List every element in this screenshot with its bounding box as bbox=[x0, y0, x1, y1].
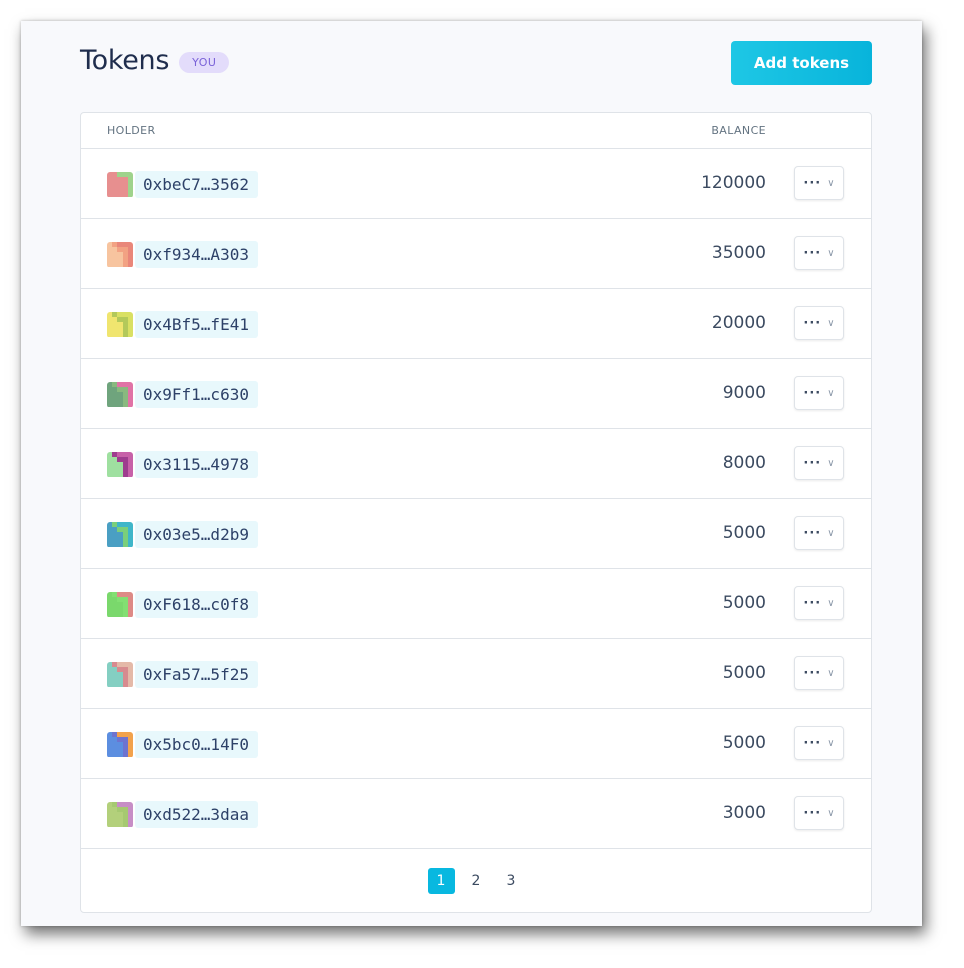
identicon-avatar bbox=[107, 381, 133, 408]
holder-address[interactable]: 0xf934…A303 bbox=[135, 241, 258, 268]
you-badge: YOU bbox=[179, 52, 230, 73]
table-row: 0x03e5…d2b9 5000 ··· ∨ bbox=[81, 499, 871, 569]
holder-balance: 3000 bbox=[722, 803, 766, 823]
holder-balance: 120000 bbox=[701, 173, 766, 193]
more-icon: ··· bbox=[803, 315, 822, 331]
holder-cell: 0xbeC7…3562 bbox=[107, 171, 258, 198]
pagination: 123 bbox=[81, 868, 871, 894]
holder-cell: 0xf934…A303 bbox=[107, 241, 258, 268]
more-icon: ··· bbox=[803, 385, 822, 401]
holder-cell: 0x9Ff1…c630 bbox=[107, 381, 258, 408]
more-icon: ··· bbox=[803, 525, 822, 541]
holder-balance: 5000 bbox=[722, 593, 766, 613]
identicon-avatar bbox=[107, 731, 133, 758]
title-row: Tokens YOU bbox=[80, 45, 230, 76]
holder-balance: 8000 bbox=[722, 453, 766, 473]
chevron-down-icon: ∨ bbox=[827, 387, 835, 399]
column-header-holder: HOLDER bbox=[107, 124, 156, 137]
more-icon: ··· bbox=[803, 735, 822, 751]
chevron-down-icon: ∨ bbox=[827, 667, 835, 679]
table-row: 0x3115…4978 8000 ··· ∨ bbox=[81, 429, 871, 499]
row-actions-button[interactable]: ··· ∨ bbox=[794, 166, 844, 200]
identicon-avatar bbox=[107, 801, 133, 828]
chevron-down-icon: ∨ bbox=[827, 527, 835, 539]
row-actions-button[interactable]: ··· ∨ bbox=[794, 586, 844, 620]
page-1-button[interactable]: 1 bbox=[427, 868, 455, 894]
holder-cell: 0x3115…4978 bbox=[107, 451, 258, 478]
holder-address[interactable]: 0xFa57…5f25 bbox=[135, 661, 258, 688]
page-2-button[interactable]: 2 bbox=[463, 868, 490, 894]
holder-cell: 0x03e5…d2b9 bbox=[107, 521, 258, 548]
row-actions-button[interactable]: ··· ∨ bbox=[794, 376, 844, 410]
holder-balance: 5000 bbox=[722, 523, 766, 543]
identicon-avatar bbox=[107, 311, 133, 338]
row-actions-button[interactable]: ··· ∨ bbox=[794, 516, 844, 550]
identicon-avatar bbox=[107, 241, 133, 268]
holder-cell: 0x5bc0…14F0 bbox=[107, 731, 258, 758]
identicon-avatar bbox=[107, 171, 133, 198]
identicon-avatar bbox=[107, 451, 133, 478]
more-icon: ··· bbox=[803, 455, 822, 471]
row-actions-button[interactable]: ··· ∨ bbox=[794, 656, 844, 690]
row-actions-button[interactable]: ··· ∨ bbox=[794, 446, 844, 480]
holder-balance: 9000 bbox=[722, 383, 766, 403]
holder-balance: 35000 bbox=[711, 243, 766, 263]
chevron-down-icon: ∨ bbox=[827, 597, 835, 609]
holder-address[interactable]: 0xbeC7…3562 bbox=[135, 171, 258, 198]
holder-address[interactable]: 0x3115…4978 bbox=[135, 451, 258, 478]
holder-cell: 0x4Bf5…fE41 bbox=[107, 311, 258, 338]
identicon-avatar bbox=[107, 591, 133, 618]
holder-address[interactable]: 0xF618…c0f8 bbox=[135, 591, 258, 618]
row-actions-button[interactable]: ··· ∨ bbox=[794, 796, 844, 830]
table-row: 0x9Ff1…c630 9000 ··· ∨ bbox=[81, 359, 871, 429]
row-actions-button[interactable]: ··· ∨ bbox=[794, 726, 844, 760]
chevron-down-icon: ∨ bbox=[827, 737, 835, 749]
identicon-avatar bbox=[107, 661, 133, 688]
table-body: 0xbeC7…3562 120000 ··· ∨ 0xf934…A303 35000 ···… bbox=[81, 149, 871, 849]
holder-address[interactable]: 0xd522…3daa bbox=[135, 801, 258, 828]
page-title: Tokens bbox=[80, 45, 170, 76]
more-icon: ··· bbox=[803, 665, 822, 681]
table-header: HOLDER BALANCE bbox=[81, 113, 871, 149]
more-icon: ··· bbox=[803, 175, 822, 191]
tokens-panel: Tokens YOU Add tokens HOLDER BALANCE 0xb… bbox=[21, 21, 922, 926]
identicon-avatar bbox=[107, 521, 133, 548]
row-actions-button[interactable]: ··· ∨ bbox=[794, 236, 844, 270]
chevron-down-icon: ∨ bbox=[827, 317, 835, 329]
more-icon: ··· bbox=[803, 245, 822, 261]
table-row: 0x4Bf5…fE41 20000 ··· ∨ bbox=[81, 289, 871, 359]
holder-balance: 5000 bbox=[722, 663, 766, 683]
holder-address[interactable]: 0x4Bf5…fE41 bbox=[135, 311, 258, 338]
table-row: 0xFa57…5f25 5000 ··· ∨ bbox=[81, 639, 871, 709]
holder-cell: 0xFa57…5f25 bbox=[107, 661, 258, 688]
holder-balance: 5000 bbox=[722, 733, 766, 753]
more-icon: ··· bbox=[803, 595, 822, 611]
chevron-down-icon: ∨ bbox=[827, 457, 835, 469]
table-row: 0xd522…3daa 3000 ··· ∨ bbox=[81, 779, 871, 849]
holder-address[interactable]: 0x5bc0…14F0 bbox=[135, 731, 258, 758]
holder-cell: 0xF618…c0f8 bbox=[107, 591, 258, 618]
holder-address[interactable]: 0x9Ff1…c630 bbox=[135, 381, 258, 408]
row-actions-button[interactable]: ··· ∨ bbox=[794, 306, 844, 340]
holder-balance: 20000 bbox=[711, 313, 766, 333]
chevron-down-icon: ∨ bbox=[827, 247, 835, 259]
table-row: 0xbeC7…3562 120000 ··· ∨ bbox=[81, 149, 871, 219]
chevron-down-icon: ∨ bbox=[827, 807, 835, 819]
column-header-balance: BALANCE bbox=[711, 124, 766, 137]
table-row: 0xf934…A303 35000 ··· ∨ bbox=[81, 219, 871, 289]
holder-cell: 0xd522…3daa bbox=[107, 801, 258, 828]
holder-address[interactable]: 0x03e5…d2b9 bbox=[135, 521, 258, 548]
table-row: 0x5bc0…14F0 5000 ··· ∨ bbox=[81, 709, 871, 779]
chevron-down-icon: ∨ bbox=[827, 177, 835, 189]
table-row: 0xF618…c0f8 5000 ··· ∨ bbox=[81, 569, 871, 639]
page-3-button[interactable]: 3 bbox=[498, 868, 525, 894]
more-icon: ··· bbox=[803, 805, 822, 821]
add-tokens-button[interactable]: Add tokens bbox=[731, 41, 872, 85]
holders-table: HOLDER BALANCE 0xbeC7…3562 120000 ··· ∨ 0xf9… bbox=[80, 112, 872, 913]
